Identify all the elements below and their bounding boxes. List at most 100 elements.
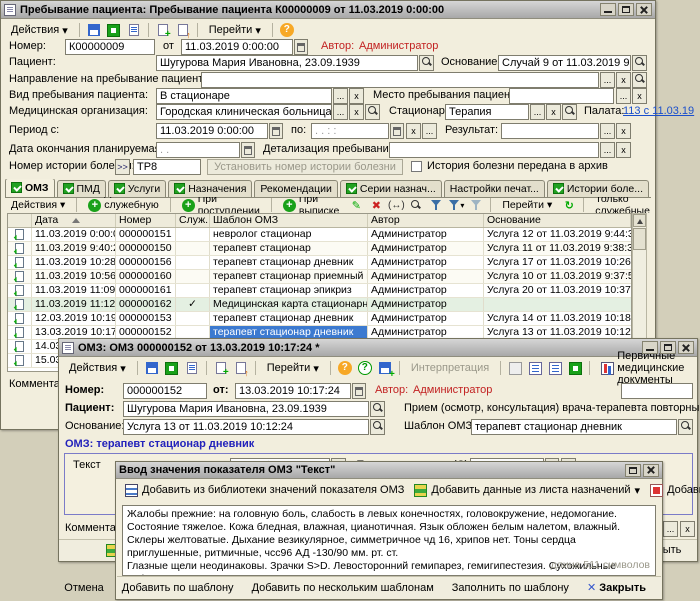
post-icon[interactable] (105, 22, 123, 38)
patient-stay-titlebar[interactable]: Пребывание пациента: Пребывание пациента… (1, 1, 655, 19)
table-row[interactable]: 11.03.2019 0:00:00000000151невролог стац… (8, 228, 631, 242)
omz-number-field[interactable]: 000000152 (123, 383, 207, 399)
org-lookup-icon[interactable] (365, 104, 380, 120)
search-icon[interactable] (407, 197, 425, 213)
input-on-basis-icon[interactable] (232, 360, 250, 376)
actions-menu[interactable]: Действия▾ (63, 360, 132, 377)
maximize-icon[interactable] (660, 341, 676, 354)
on-admission-button[interactable]: +При поступлении (176, 197, 266, 213)
referral-lookup-icon[interactable] (632, 72, 647, 88)
tab-print-settings[interactable]: Настройки печат... (444, 180, 545, 197)
omz-date-field[interactable]: 13.03.2019 10:17:24 (235, 383, 351, 399)
add-by-multiple-templates-button[interactable]: Добавить по нескольким шаблонам (243, 582, 443, 594)
basis-lookup-icon[interactable] (370, 419, 385, 435)
calendar-icon[interactable] (294, 39, 308, 55)
scroll-up-icon[interactable] (633, 214, 646, 227)
reread-icon[interactable] (125, 22, 143, 38)
patient-field[interactable]: Шугурова Мария Ивановна, 23.09.1939 (156, 55, 418, 71)
stay-place-select-icon[interactable]: ... (616, 88, 631, 104)
header-template[interactable]: Шаблон ОМЗ (210, 214, 368, 227)
comment-clear-icon[interactable]: x (680, 521, 695, 537)
tab-histories[interactable]: Истории боле... (547, 180, 649, 197)
add-from-library-button[interactable]: Добавить из библиотеки значений показате… (120, 482, 409, 499)
help-icon[interactable]: ? (278, 22, 296, 38)
stay-type-select-icon[interactable]: ... (333, 88, 348, 104)
table-row[interactable]: 11.03.2019 9:40:27000000150терапевт стац… (8, 242, 631, 256)
filter-icon[interactable] (427, 197, 445, 213)
filter-by-value-icon[interactable]: ▾ (447, 197, 465, 213)
calendar-icon[interactable] (352, 383, 366, 399)
column-width-icon[interactable]: (↔) (387, 197, 405, 213)
interpretation-button[interactable]: Интерпретация (405, 360, 495, 376)
patient-lookup-icon[interactable] (370, 401, 385, 417)
stay-type-clear-icon[interactable]: x (349, 88, 364, 104)
stay-place-field[interactable] (509, 88, 614, 104)
input-on-basis-icon[interactable] (174, 22, 192, 38)
tab-pmd[interactable]: ПМД (57, 180, 106, 197)
ward-link[interactable]: 113 с 11.03.19 (623, 104, 694, 119)
goto-menu[interactable]: Перейти▾ (261, 360, 325, 377)
close-icon[interactable] (678, 341, 694, 354)
archive-checkbox[interactable] (411, 161, 422, 172)
plan-end-field[interactable]: . . (156, 142, 240, 158)
hospital-field[interactable]: Терапия (445, 104, 529, 120)
copy-icon[interactable] (154, 22, 172, 38)
referral-select-icon[interactable]: ... (600, 72, 615, 88)
tab-prescriptions[interactable]: Назначения (168, 180, 252, 197)
header-author[interactable]: Автор (368, 214, 484, 227)
header-date[interactable]: Дата (32, 214, 116, 227)
save-icon[interactable] (376, 360, 394, 376)
omz-extra-field[interactable] (621, 383, 693, 399)
add-from-docs-button[interactable]: Добавить из документов ОМЗ (645, 482, 700, 499)
actions-menu[interactable]: Действия▾ (5, 22, 74, 39)
comment-select-icon[interactable]: ... (663, 521, 678, 537)
basis-lookup-icon[interactable] (632, 55, 647, 71)
result-field[interactable] (501, 123, 599, 139)
goto-menu[interactable]: Перейти▾ (203, 22, 267, 39)
close-button[interactable]: ✕ Закрыть (578, 581, 655, 594)
add-lines-icon[interactable] (526, 360, 544, 376)
add-from-sheet-button[interactable]: Добавить данные из листа назначений▾ (409, 482, 645, 499)
dialog-titlebar[interactable]: Ввод значения показателя ОМЗ "Текст" (116, 462, 662, 479)
maximize-icon[interactable] (618, 3, 634, 16)
green-card-icon[interactable] (566, 360, 584, 376)
maximize-icon[interactable] (625, 464, 641, 477)
template-field[interactable]: терапевт стационар дневник (471, 419, 677, 435)
period-clear-icon[interactable]: x (406, 123, 421, 139)
copy-icon[interactable] (212, 360, 230, 376)
date-field[interactable]: 11.03.2019 0:00:00 (181, 39, 293, 55)
context-help-icon[interactable]: ? (356, 360, 374, 376)
period-select-icon[interactable]: ... (422, 123, 437, 139)
table-row[interactable]: 11.03.2019 10:28:52000000156терапевт ста… (8, 256, 631, 270)
add-service-omz-button[interactable]: +Добавить служебную ОМЗ (82, 197, 164, 213)
header-icon-col[interactable] (8, 214, 32, 227)
only-service-toggle[interactable]: Только служебные (589, 197, 653, 213)
list-goto-menu[interactable]: Перейти▾ (496, 197, 558, 213)
stay-type-field[interactable]: В стационаре (156, 88, 332, 104)
cancel-button[interactable]: Отмена (55, 582, 112, 594)
list-actions-menu[interactable]: Действия▾ (5, 197, 71, 213)
result-clear-icon[interactable]: x (616, 123, 631, 139)
fill-by-template-button[interactable]: Заполнить по шаблону (443, 582, 578, 594)
detail-clear-icon[interactable]: x (616, 142, 631, 158)
list-icon[interactable] (546, 360, 564, 376)
table-row[interactable]: 11.03.2019 11:09:35000000161терапевт ста… (8, 284, 631, 298)
tab-omz[interactable]: ОМЗ (5, 179, 55, 197)
post-icon[interactable] (163, 360, 181, 376)
table-row[interactable]: 11.03.2019 10:56:03000000160терапевт ста… (8, 270, 631, 284)
tab-services[interactable]: Услуги (108, 180, 166, 197)
refresh-icon[interactable]: ↻ (560, 197, 578, 213)
header-service[interactable]: Служ. (176, 214, 210, 227)
detail-field[interactable] (389, 142, 599, 158)
scrollbar-thumb[interactable] (633, 228, 646, 250)
header-number[interactable]: Номер (116, 214, 176, 227)
template-lookup-icon[interactable] (678, 419, 693, 435)
on-discharge-button[interactable]: +При выписке (277, 197, 345, 213)
delete-icon[interactable]: ✖ (367, 197, 385, 213)
number-field[interactable]: К00000009 (65, 39, 155, 55)
add-by-template-button[interactable]: Добавить по шаблону (113, 582, 243, 594)
referral-clear-icon[interactable]: x (616, 72, 631, 88)
table-row[interactable]: 11.03.2019 11:12:44000000162✓Медицинская… (8, 298, 631, 312)
hospital-select-icon[interactable]: ... (530, 104, 545, 120)
money-icon[interactable] (506, 360, 524, 376)
